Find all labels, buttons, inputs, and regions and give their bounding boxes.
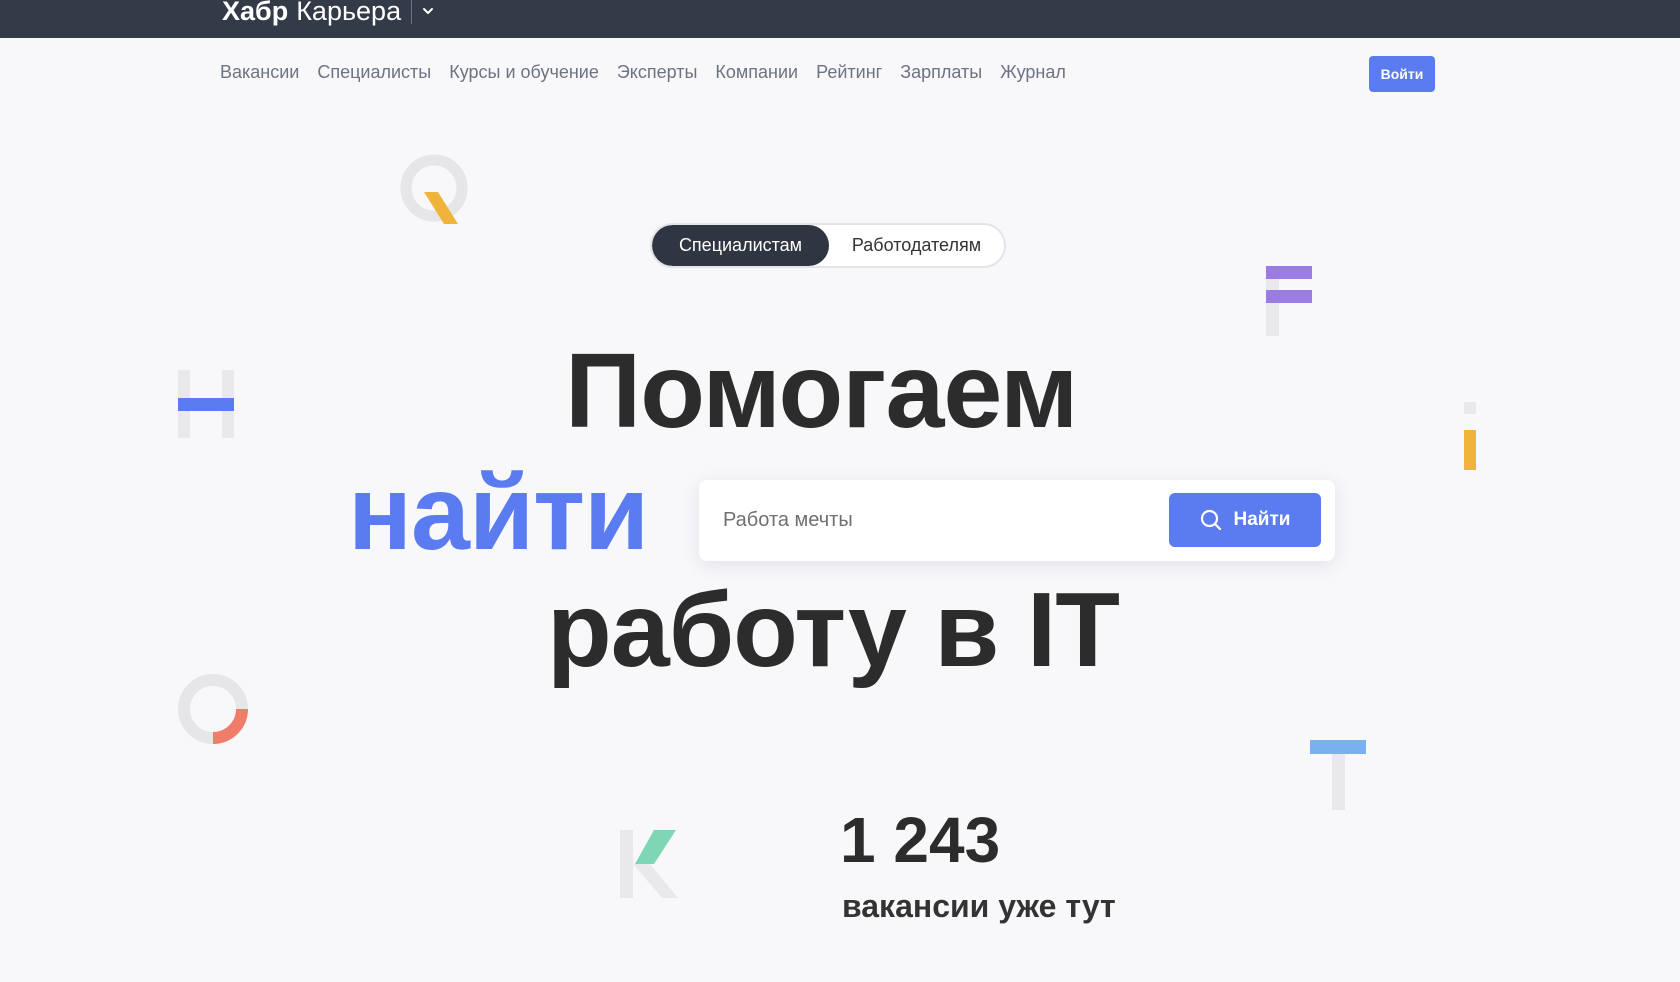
hero-title-line-2: найти [348,454,649,572]
search-icon [1200,509,1221,531]
decor-letter-i-icon [1464,402,1476,470]
brand-name-regular: Карьера [296,0,402,26]
login-button[interactable]: Войти [1369,56,1435,92]
brand-name-bold: Хабр [222,0,289,26]
toggle-specialists[interactable]: Специалистам [652,225,829,266]
chevron-down-icon[interactable] [421,4,435,18]
hero-title-line-1: Помогаем [565,332,1078,450]
search-button-label: Найти [1233,509,1291,530]
vacancy-count: 1 243 [840,804,1001,876]
nav-item-experts[interactable]: Эксперты [617,62,698,83]
search-button[interactable]: Найти [1169,493,1321,547]
decor-letter-t-icon [1310,740,1366,810]
brand-logo[interactable]: Хабр Карьера [222,0,435,26]
vacancy-count-label: вакансии уже тут [842,888,1116,924]
decor-letter-q-icon [400,154,468,224]
main-nav: Вакансии Специалисты Курсы и обучение Эк… [220,62,1066,83]
decor-letter-k-icon [620,830,678,898]
nav-item-rating[interactable]: Рейтинг [816,62,882,83]
hero-title-line-3: работу в IT [547,571,1120,689]
nav-item-companies[interactable]: Компании [715,62,798,83]
nav-item-vacancies[interactable]: Вакансии [220,62,299,83]
nav-item-journal[interactable]: Журнал [1000,62,1066,83]
decor-letter-o-icon [178,674,248,744]
audience-toggle: Специалистам Работодателям [650,223,1006,268]
top-bar: Хабр Карьера [0,0,1680,38]
nav-item-specialists[interactable]: Специалисты [317,62,431,83]
toggle-employers[interactable]: Работодателям [829,225,1004,266]
search-input[interactable] [723,500,1143,540]
nav-item-courses[interactable]: Курсы и обучение [449,62,599,83]
decor-letter-f-icon [1266,266,1312,336]
nav-item-salaries[interactable]: Зарплаты [900,62,982,83]
brand-divider [411,0,413,24]
decor-letter-h-icon [178,370,234,438]
search-box: Найти [699,480,1335,561]
